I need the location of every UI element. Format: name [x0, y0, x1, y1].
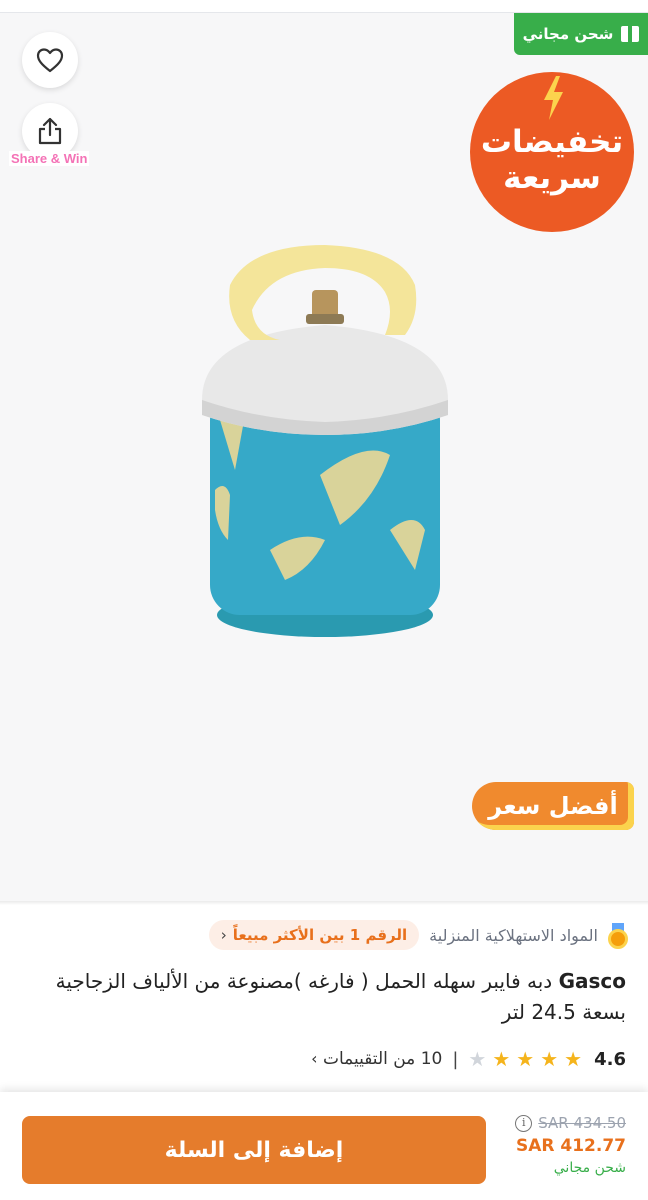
rating-value: 4.6 [594, 1048, 626, 1070]
flash-sale-line1: تخفيضات [480, 124, 624, 160]
flash-sale-line2: سريعة [503, 160, 601, 196]
star-icon: ★ [468, 1047, 487, 1071]
rating-row[interactable]: 4.6 ★ ★ ★ ★ ★ | 10 من التقييمات › [311, 1044, 626, 1074]
lightning-icon [544, 76, 563, 120]
flash-sale-badge: تخفيضات سريعة [470, 72, 634, 232]
bestseller-pill[interactable]: الرقم 1 بين الأكثر مبيعاً ‹ [208, 920, 420, 950]
product-title-text: دبه فايبر سهله الحمل ( فارغه )مصنوعة من … [55, 969, 626, 1024]
reviews-link[interactable]: 10 من التقييمات › [311, 1049, 442, 1069]
medal-icon [608, 923, 628, 949]
share-win-label[interactable]: Share & Win [9, 151, 90, 166]
brand-name[interactable]: Gasco [559, 969, 626, 993]
section-divider [0, 901, 648, 905]
add-to-cart-button[interactable]: إضافة إلى السلة [22, 1116, 486, 1184]
info-icon[interactable]: i [515, 1114, 533, 1132]
bestseller-label: الرقم 1 بين الأكثر مبيعاً [232, 926, 408, 944]
heart-icon [36, 48, 64, 73]
current-price: SAR 412.77 [515, 1136, 626, 1156]
star-icon: ★ [564, 1047, 583, 1071]
old-price: SAR 434.50 [538, 1114, 626, 1132]
product-meta-row: المواد الاستهلاكية المنزلية الرقم 1 بين … [208, 918, 628, 952]
category-label[interactable]: المواد الاستهلاكية المنزلية [429, 926, 598, 945]
price-block: i SAR 434.50 SAR 412.77 شحن مجاني [506, 1114, 626, 1176]
star-icon: ★ [540, 1047, 559, 1071]
free-shipping-tag: شحن مجاني [514, 13, 648, 55]
chevron-left-icon: › [311, 1049, 318, 1068]
share-icon [38, 117, 62, 145]
free-shipping-label: شحن مجاني [522, 25, 614, 43]
box-icon [621, 26, 640, 42]
free-shipping-note: شحن مجاني [553, 1160, 626, 1176]
product-image [202, 245, 448, 637]
favorite-button[interactable] [22, 32, 78, 88]
star-icon: ★ [516, 1047, 535, 1071]
reviews-count: 10 من التقييمات [322, 1049, 443, 1069]
best-price-badge: أفضل سعر [472, 782, 634, 830]
product-title: Gasco دبه فايبر سهله الحمل ( فارغه )مصنو… [22, 966, 626, 1028]
rating-separator: | [452, 1048, 459, 1070]
star-icon: ★ [492, 1047, 511, 1071]
chevron-left-icon: ‹ [220, 926, 227, 944]
bottom-action-bar: إضافة إلى السلة i SAR 434.50 SAR 412.77 … [0, 1092, 648, 1200]
